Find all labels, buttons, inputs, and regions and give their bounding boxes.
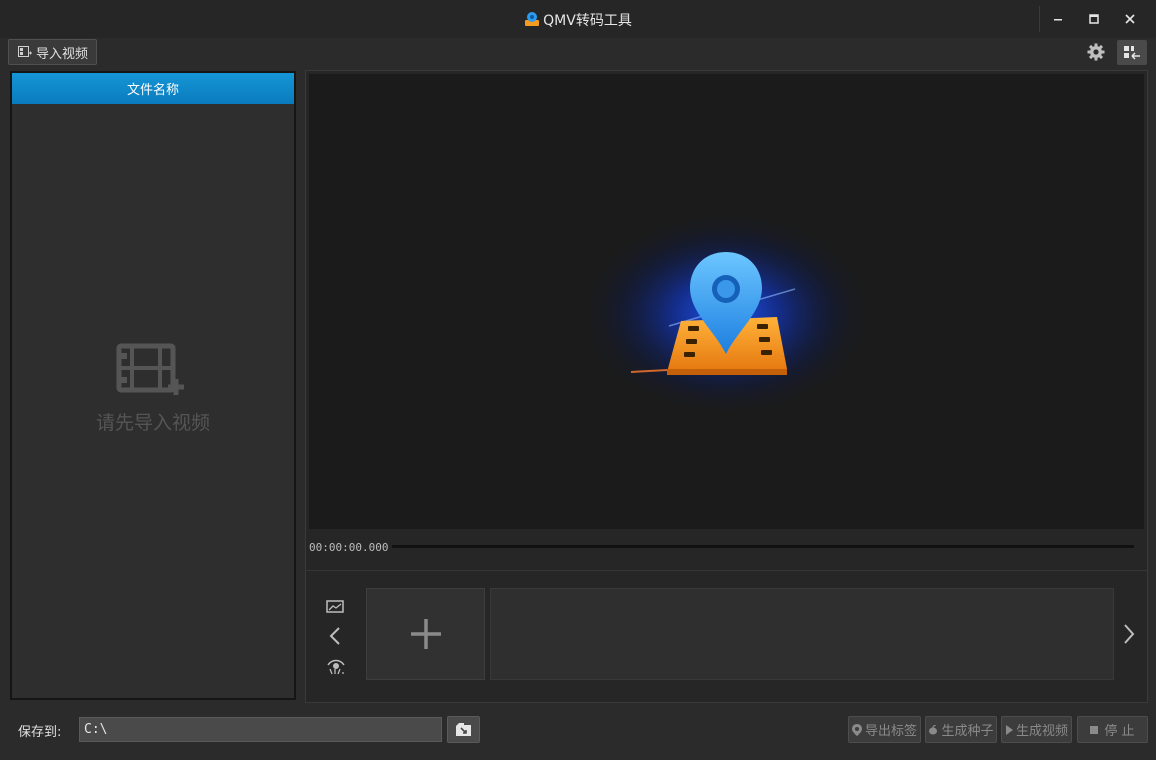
window-title: QMV转码工具 (0, 10, 1156, 30)
chevron-left-icon[interactable] (328, 626, 342, 646)
play-icon (1005, 724, 1013, 735)
import-video-icon (18, 46, 32, 57)
app-splash-logo-icon (576, 209, 876, 419)
import-video-label: 导入视频 (36, 46, 89, 62)
generate-seed-label: 生成种子 (941, 724, 994, 739)
window-controls (1039, 6, 1148, 32)
maximize-icon (1089, 14, 1099, 24)
file-name-column-header[interactable]: 文件名称 (12, 73, 294, 104)
thumbnail-tools (321, 596, 351, 681)
maximize-button[interactable] (1076, 6, 1112, 32)
layout-toggle-button[interactable] (1117, 40, 1147, 65)
seed-icon (929, 724, 938, 734)
close-button[interactable] (1112, 6, 1148, 32)
file-list-panel: 文件名称 请先导入视频 (10, 71, 296, 700)
generate-video-button[interactable]: 生成视频 (1001, 716, 1072, 743)
playback-timecode: 00:00:00.000 (309, 541, 389, 554)
empty-list-hint: 请先导入视频 (95, 412, 210, 434)
plus-icon (410, 619, 441, 649)
close-icon (1125, 14, 1135, 24)
playback-progress-bar[interactable] (392, 545, 1134, 548)
generate-video-label: 生成视频 (1015, 724, 1068, 739)
player-panel: 00:00:00.000 (305, 70, 1148, 703)
app-logo-icon (525, 12, 540, 26)
file-name-header-label: 文件名称 (126, 83, 179, 98)
minimize-button[interactable] (1040, 6, 1076, 32)
import-video-button[interactable]: 导入视频 (8, 39, 97, 65)
stop-icon (1090, 725, 1099, 734)
image-icon[interactable] (326, 600, 344, 614)
video-preview (309, 74, 1144, 529)
save-to-label: 保存到: (18, 725, 62, 740)
thumbnail-strip (490, 588, 1114, 680)
save-path-input[interactable] (79, 717, 442, 742)
title-bar: QMV转码工具 (0, 0, 1156, 38)
minimize-icon (1054, 19, 1062, 21)
export-tags-button[interactable]: 导出标签 (848, 716, 921, 743)
generate-seed-button[interactable]: 生成种子 (925, 716, 997, 743)
chevron-right-icon[interactable] (1122, 623, 1136, 645)
settings-button[interactable] (1084, 40, 1108, 64)
stop-label: 停 止 (1104, 724, 1135, 739)
eye-icon[interactable] (326, 659, 346, 675)
stop-button[interactable]: 停 止 (1077, 716, 1148, 743)
browse-folder-button[interactable] (447, 716, 480, 743)
map-pin-icon (851, 723, 862, 736)
add-thumbnail-button[interactable] (366, 588, 485, 680)
folder-browse-icon (455, 722, 471, 736)
film-add-icon (116, 343, 184, 395)
gear-icon (1087, 43, 1105, 61)
divider (306, 570, 1147, 571)
window-title-text: QMV转码工具 (543, 13, 632, 29)
layout-toggle-icon (1124, 45, 1140, 60)
export-tags-label: 导出标签 (864, 724, 917, 739)
